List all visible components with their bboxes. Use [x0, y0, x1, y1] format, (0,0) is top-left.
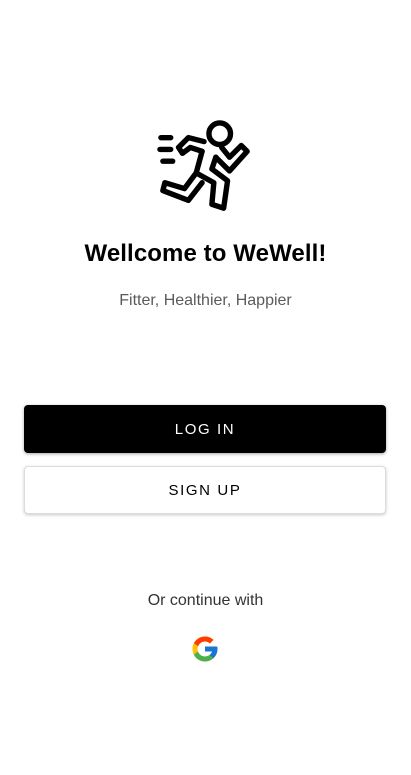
login-button[interactable]: LOG IN — [24, 405, 386, 453]
signup-button[interactable]: SIGN UP — [24, 466, 386, 514]
running-person-icon — [157, 120, 250, 211]
welcome-screen: Wellcome to WeWell! Fitter, Healthier, H… — [0, 0, 411, 775]
social-login-prompt: Or continue with — [147, 592, 264, 609]
google-icon[interactable] — [190, 634, 220, 664]
page-title: Wellcome to WeWell! — [84, 240, 327, 267]
tagline: Fitter, Healthier, Happier — [119, 292, 292, 309]
